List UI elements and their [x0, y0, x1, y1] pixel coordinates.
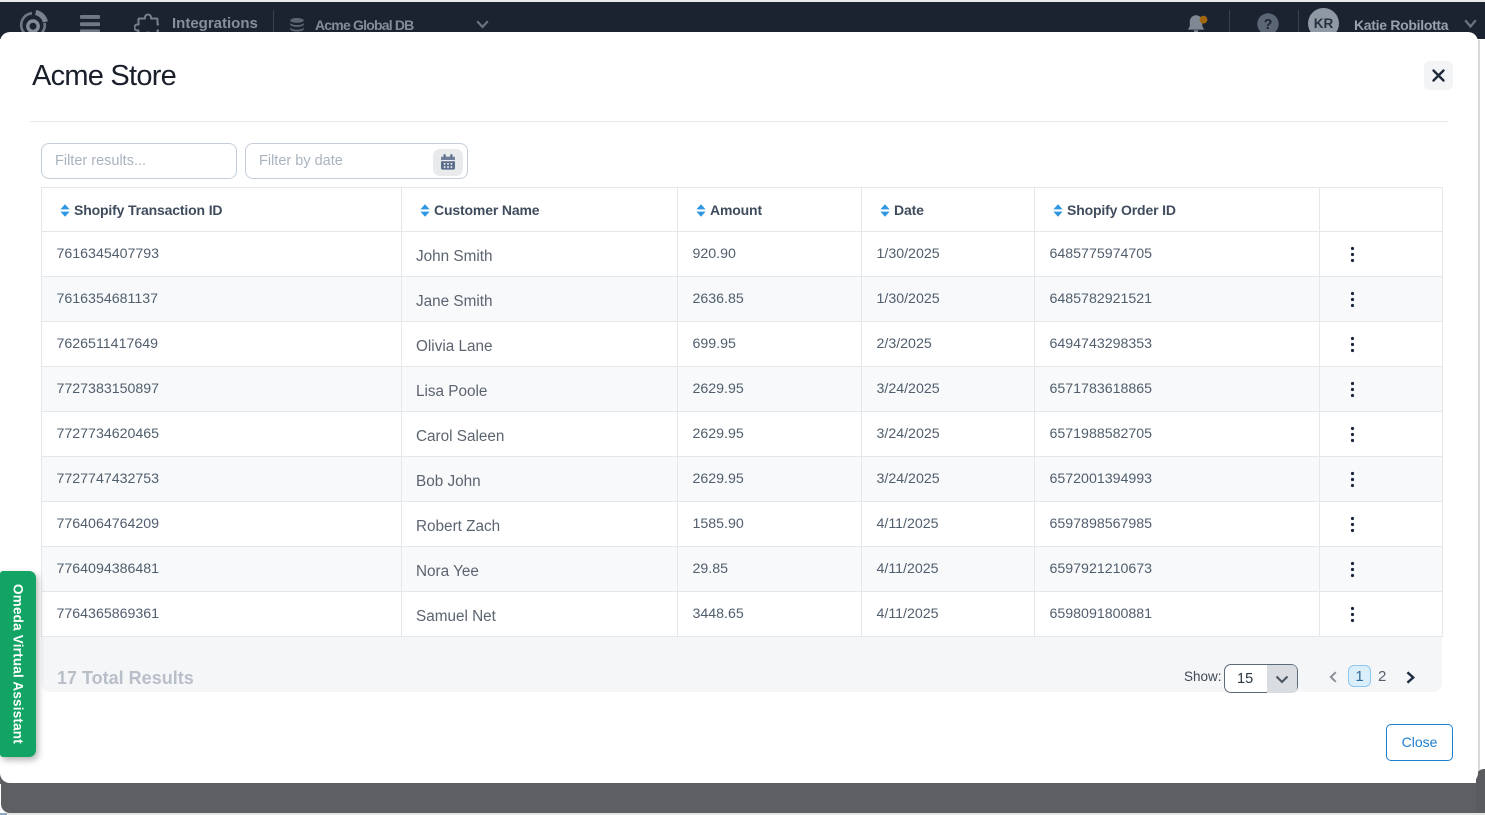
svg-text:?: ? — [1264, 17, 1273, 33]
